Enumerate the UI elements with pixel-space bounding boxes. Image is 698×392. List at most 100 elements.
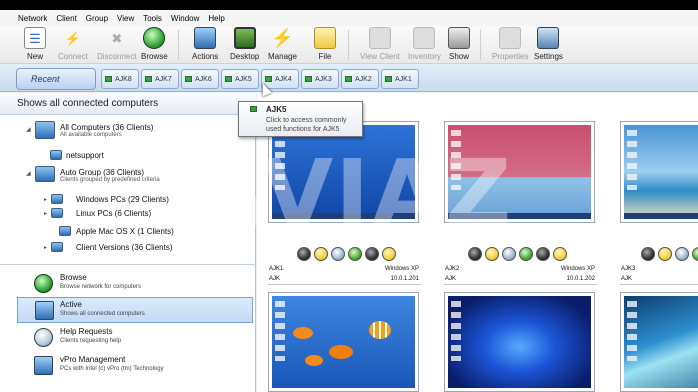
menu-tools[interactable]: Tools [143, 14, 162, 23]
menu-help[interactable]: Help [208, 14, 224, 23]
monitor-icon [185, 76, 192, 82]
client-tab-ajk6[interactable]: AJK6 [181, 69, 219, 89]
nav-active-label: Active [60, 300, 82, 309]
inventory-icon[interactable] [692, 247, 698, 261]
client-tab-ajk8[interactable]: AJK8 [101, 69, 139, 89]
expand-arrow-icon[interactable]: ▸ [44, 244, 47, 251]
collapse-arrow-icon[interactable]: ◢ [26, 126, 31, 133]
actions-button[interactable]: Actions [192, 26, 218, 64]
manage-button[interactable]: ⚡ Manage [268, 26, 297, 64]
client-tab-ajk2[interactable]: AJK2 [341, 69, 379, 89]
message-icon[interactable] [382, 247, 396, 261]
nav-browse[interactable]: Browse Browse network for computers [0, 271, 253, 297]
tree-all-computers[interactable]: All Computers (36 Clients) All available… [60, 123, 153, 138]
file-transfer-icon[interactable] [485, 247, 499, 261]
inventory-icon[interactable] [519, 247, 533, 261]
menu-client[interactable]: Client [56, 14, 76, 23]
tree-netsupport[interactable]: netsupport [66, 151, 104, 160]
windows-group-icon [51, 194, 63, 204]
chat-icon[interactable] [675, 247, 689, 261]
command-prompt-icon[interactable] [365, 247, 379, 261]
recent-tab[interactable]: Recent [16, 68, 96, 90]
expand-arrow-icon[interactable]: ▸ [44, 210, 47, 217]
nav-active[interactable]: Active Shows all connected computers [17, 297, 253, 323]
disconnect-button[interactable]: ✖ Disconnect [97, 26, 137, 64]
apple-mac-icon [59, 226, 71, 236]
client-thumbnail[interactable] [268, 292, 419, 392]
client-tab-ajk7[interactable]: AJK7 [141, 69, 179, 89]
settings-button[interactable]: Settings [534, 26, 563, 64]
client-tab-ajk5[interactable]: AJK5 [221, 69, 259, 89]
watermark-logo: AVIAZ [195, 140, 514, 247]
client-tab-label: AJK6 [195, 75, 212, 83]
collapse-arrow-icon[interactable]: ◢ [26, 170, 31, 177]
tree-linux-pcs[interactable]: Linux PCs (6 Clients) [76, 209, 151, 218]
client-thumbnail-ajk3[interactable] [620, 121, 698, 223]
actions-label: Actions [192, 52, 219, 61]
tree-windows-pcs[interactable]: Windows PCs (29 Clients) [76, 195, 169, 204]
inventory-icon[interactable] [348, 247, 362, 261]
expand-arrow-icon[interactable]: ▸ [44, 196, 47, 203]
message-icon[interactable] [553, 247, 567, 261]
disconnect-icon: ✖ [111, 30, 123, 46]
client-action-bar [641, 247, 698, 261]
sidebar-divider [0, 264, 256, 265]
new-button[interactable]: ☰ New [24, 26, 46, 64]
desktop-icon [233, 27, 256, 49]
tree-auto-group[interactable]: Auto Group (36 Clients) Clients grouped … [60, 168, 160, 183]
menu-view[interactable]: View [117, 14, 134, 23]
chat-icon[interactable] [502, 247, 516, 261]
client-info-ajk3: AJK3 AJK [620, 264, 698, 285]
client-thumbnail[interactable] [620, 292, 698, 392]
connect-icon: ⚡ [64, 30, 81, 46]
show-label: Show [448, 52, 469, 61]
desktop-icons [627, 130, 637, 190]
client-name: AJK3 [621, 266, 636, 272]
tree-client-versions[interactable]: Client Versions (36 Clients) [76, 243, 172, 252]
browse-globe-icon [143, 27, 166, 49]
menu-group[interactable]: Group [86, 14, 108, 23]
client-user: AJK [269, 276, 281, 282]
nav-active-sublabel: Shows all connected computers [60, 311, 145, 317]
client-action-bar [297, 247, 396, 261]
desktop-button[interactable]: Desktop [230, 26, 259, 64]
browse-button[interactable]: Browse [141, 26, 168, 64]
fish-shape [305, 355, 323, 366]
client-name: AJK2 [445, 266, 460, 272]
client-info-ajk1: AJK1 Windows XP AJK 10.0.1.201 [268, 264, 421, 285]
nav-help-requests[interactable]: Help Requests Clients requesting help [0, 325, 253, 351]
toolbar-separator [480, 30, 481, 60]
client-tab-ajk1[interactable]: AJK1 [381, 69, 419, 89]
menu-window[interactable]: Window [171, 14, 199, 23]
client-thumbnail[interactable] [444, 292, 595, 392]
chat-icon[interactable] [331, 247, 345, 261]
toolbar-separator [178, 30, 179, 60]
show-button[interactable]: Show [448, 26, 470, 64]
file-transfer-icon[interactable] [658, 247, 672, 261]
connect-label: Connect [58, 52, 88, 61]
view-icon[interactable] [297, 247, 311, 261]
properties-button[interactable]: Properties [492, 26, 528, 64]
command-prompt-icon[interactable] [536, 247, 550, 261]
desktop-icons [627, 301, 637, 361]
view-icon[interactable] [641, 247, 655, 261]
menu-network[interactable]: Network [18, 14, 47, 23]
monitor-icon [385, 76, 392, 82]
client-ip: 10.0.1.201 [390, 276, 419, 282]
settings-label: Settings [534, 52, 563, 61]
client-tab-ajk3[interactable]: AJK3 [301, 69, 339, 89]
view-client-button[interactable]: View Client [360, 26, 400, 64]
file-button[interactable]: File [314, 26, 336, 64]
client-action-bar [468, 247, 567, 261]
inventory-button[interactable]: Inventory [408, 26, 441, 64]
client-tab-tooltip: AJK5 Click to access commonly used funct… [238, 101, 363, 137]
tree-apple-mac[interactable]: Apple Mac OS X (1 Clients) [76, 227, 174, 236]
browse-globe-icon [34, 274, 53, 293]
app-window: Network Client Group View Tools Window H… [0, 0, 698, 392]
connect-button[interactable]: ⚡ Connect [58, 26, 88, 64]
view-icon[interactable] [468, 247, 482, 261]
file-transfer-icon[interactable] [314, 247, 328, 261]
client-tab-label: AJK3 [315, 75, 332, 83]
actions-monitor-icon [194, 27, 217, 49]
nav-vpro-management[interactable]: vPro Management PCs with Intel (c) vPro … [0, 353, 253, 379]
